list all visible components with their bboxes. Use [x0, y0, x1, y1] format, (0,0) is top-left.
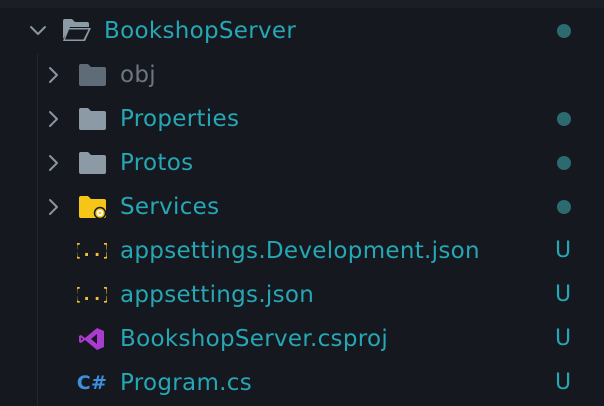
tree-row-appsettings-development[interactable]: {..} appsettings.Development.json U	[0, 229, 604, 273]
tree-row-program[interactable]: C# Program.cs U	[0, 361, 604, 405]
file-explorer: BookshopServer obj Properties Protos Ser…	[0, 0, 604, 406]
chevron-right-icon[interactable]	[45, 198, 63, 216]
untracked-status: U	[555, 370, 572, 395]
folder-icon	[78, 151, 108, 175]
folder-icon	[78, 63, 108, 87]
folder-services-icon	[78, 195, 108, 219]
tree-row-obj[interactable]: obj	[0, 53, 604, 97]
folder-label-properties: Properties	[120, 106, 240, 132]
explorer-top-strip	[0, 0, 604, 8]
tree-row-appsettings[interactable]: {..} appsettings.json U	[0, 273, 604, 317]
untracked-status: U	[555, 238, 572, 263]
tree-row-root[interactable]: BookshopServer	[0, 9, 604, 53]
svg-text:{..}: {..}	[77, 241, 107, 261]
svg-text:{..}: {..}	[77, 285, 107, 305]
chevron-right-icon[interactable]	[45, 154, 63, 172]
folder-label-obj: obj	[120, 62, 156, 88]
folder-label-protos: Protos	[120, 150, 194, 176]
visual-studio-icon	[79, 327, 109, 351]
tree-row-csproj[interactable]: BookshopServer.csproj U	[0, 317, 604, 361]
modified-indicator	[557, 24, 571, 38]
modified-indicator	[557, 156, 571, 170]
tree-row-services[interactable]: Services	[0, 185, 604, 229]
root-folder-label: BookshopServer	[104, 18, 297, 44]
chevron-down-icon[interactable]	[29, 22, 47, 40]
file-label-csproj: BookshopServer.csproj	[120, 326, 389, 352]
file-label-appsettings-development: appsettings.Development.json	[120, 238, 480, 264]
untracked-status: U	[555, 282, 572, 307]
chevron-right-icon[interactable]	[45, 66, 63, 84]
json-icon: {..}	[77, 281, 107, 305]
tree-row-properties[interactable]: Properties	[0, 97, 604, 141]
modified-indicator	[557, 200, 571, 214]
file-label-appsettings: appsettings.json	[120, 282, 315, 308]
folder-open-icon	[62, 18, 92, 42]
folder-label-services: Services	[120, 194, 220, 220]
svg-text:C#: C#	[77, 372, 107, 394]
json-icon: {..}	[77, 237, 107, 261]
csharp-icon: C#	[77, 369, 107, 394]
file-label-program: Program.cs	[120, 370, 252, 396]
untracked-status: U	[555, 326, 572, 351]
chevron-right-icon[interactable]	[45, 110, 63, 128]
tree-row-protos[interactable]: Protos	[0, 141, 604, 185]
modified-indicator	[557, 112, 571, 126]
folder-icon	[78, 107, 108, 131]
